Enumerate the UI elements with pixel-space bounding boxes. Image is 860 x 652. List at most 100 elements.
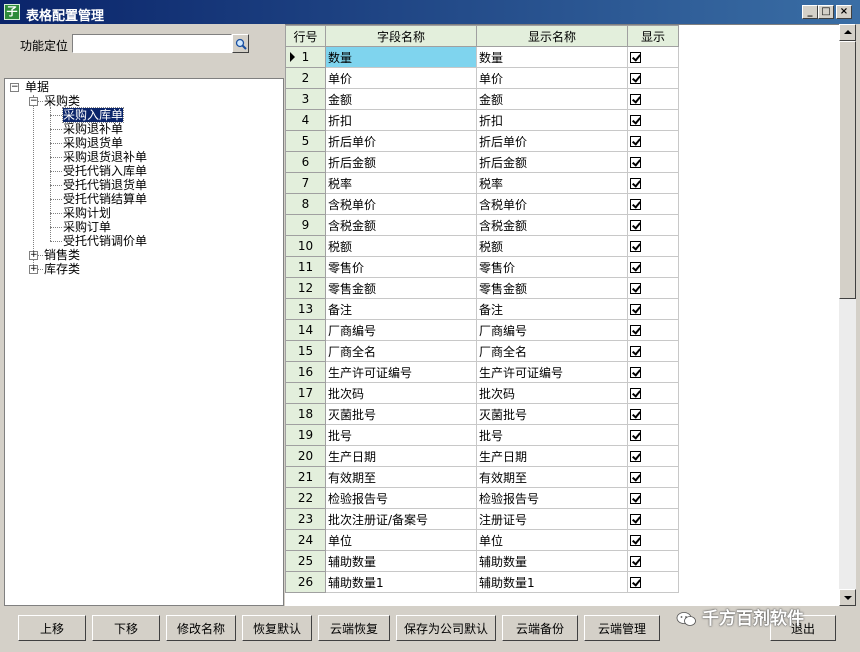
tree-item-purchase-9[interactable]: 受托代销调价单 <box>63 234 147 248</box>
table-row[interactable]: 4 折扣 折扣 <box>285 109 679 131</box>
scroll-thumb[interactable] <box>839 41 856 299</box>
shown-checkbox[interactable] <box>630 136 641 147</box>
table-row[interactable]: 14 厂商编号 厂商编号 <box>285 319 679 341</box>
field-name-cell[interactable]: 零售金额 <box>325 277 477 299</box>
table-row[interactable]: 11 零售价 零售价 <box>285 256 679 278</box>
row-number-cell[interactable]: 18 <box>285 403 326 425</box>
move-down-button[interactable]: 下移 <box>92 615 160 641</box>
scroll-down-button[interactable] <box>839 589 856 606</box>
row-number-cell[interactable]: 9 <box>285 214 326 236</box>
shown-checkbox[interactable] <box>630 409 641 420</box>
field-name-cell[interactable]: 批号 <box>325 424 477 446</box>
field-name-cell[interactable]: 含税单价 <box>325 193 477 215</box>
row-number-cell[interactable]: 2 <box>285 67 326 89</box>
table-row[interactable]: 23 批次注册证/备案号 注册证号 <box>285 508 679 530</box>
table-row[interactable]: 22 检验报告号 检验报告号 <box>285 487 679 509</box>
table-row[interactable]: 26 辅助数量1 辅助数量1 <box>285 571 679 593</box>
display-name-cell[interactable]: 单位 <box>476 529 628 551</box>
row-number-cell[interactable]: 24 <box>285 529 326 551</box>
tree-item-purchase-6[interactable]: 受托代销结算单 <box>63 192 147 206</box>
shown-checkbox[interactable] <box>630 115 641 126</box>
shown-checkbox[interactable] <box>630 220 641 231</box>
shown-checkbox[interactable] <box>630 283 641 294</box>
field-name-cell[interactable]: 批次注册证/备案号 <box>325 508 477 530</box>
table-row[interactable]: 8 含税单价 含税单价 <box>285 193 679 215</box>
save-company-default-button[interactable]: 保存为公司默认 <box>396 615 496 641</box>
table-row[interactable]: 17 批次码 批次码 <box>285 382 679 404</box>
tree-item-purchase-7[interactable]: 采购计划 <box>63 206 111 220</box>
field-name-cell[interactable]: 税额 <box>325 235 477 257</box>
row-number-cell[interactable]: 12 <box>285 277 326 299</box>
display-name-cell[interactable]: 批号 <box>476 424 628 446</box>
row-number-cell[interactable]: 16 <box>285 361 326 383</box>
field-name-cell[interactable]: 折后单价 <box>325 130 477 152</box>
field-name-cell[interactable]: 备注 <box>325 298 477 320</box>
table-row[interactable]: 16 生产许可证编号 生产许可证编号 <box>285 361 679 383</box>
header-display-name[interactable]: 显示名称 <box>476 25 628 47</box>
table-row[interactable]: 7 税率 税率 <box>285 172 679 194</box>
table-row[interactable]: 10 税额 税额 <box>285 235 679 257</box>
shown-checkbox[interactable] <box>630 94 641 105</box>
shown-checkbox[interactable] <box>630 157 641 168</box>
display-name-cell[interactable]: 厂商编号 <box>476 319 628 341</box>
shown-checkbox[interactable] <box>630 52 641 63</box>
display-name-cell[interactable]: 税额 <box>476 235 628 257</box>
display-name-cell[interactable]: 零售金额 <box>476 277 628 299</box>
display-name-cell[interactable]: 灭菌批号 <box>476 403 628 425</box>
tree-node-purchase[interactable]: 采购类 <box>44 94 80 108</box>
field-name-cell[interactable]: 数量 <box>325 46 477 68</box>
field-name-cell[interactable]: 零售价 <box>325 256 477 278</box>
row-number-cell[interactable]: 6 <box>285 151 326 173</box>
row-number-cell[interactable]: 13 <box>285 298 326 320</box>
inventory-expander[interactable]: + <box>29 265 38 274</box>
shown-checkbox[interactable] <box>630 577 641 588</box>
display-name-cell[interactable]: 生产日期 <box>476 445 628 467</box>
tree-item-purchase-8[interactable]: 采购订单 <box>63 220 111 234</box>
row-number-cell[interactable]: 3 <box>285 88 326 110</box>
shown-checkbox[interactable] <box>630 514 641 525</box>
display-name-cell[interactable]: 有效期至 <box>476 466 628 488</box>
shown-checkbox[interactable] <box>630 73 641 84</box>
display-name-cell[interactable]: 数量 <box>476 46 628 68</box>
shown-checkbox[interactable] <box>630 388 641 399</box>
field-name-cell[interactable]: 单位 <box>325 529 477 551</box>
shown-checkbox[interactable] <box>630 556 641 567</box>
row-number-cell[interactable]: 4 <box>285 109 326 131</box>
field-name-cell[interactable]: 有效期至 <box>325 466 477 488</box>
field-name-cell[interactable]: 含税金额 <box>325 214 477 236</box>
move-up-button[interactable]: 上移 <box>18 615 86 641</box>
display-name-cell[interactable]: 辅助数量1 <box>476 571 628 593</box>
table-row[interactable]: 2 单价 单价 <box>285 67 679 89</box>
display-name-cell[interactable]: 厂商全名 <box>476 340 628 362</box>
field-name-cell[interactable]: 辅助数量 <box>325 550 477 572</box>
field-name-cell[interactable]: 生产许可证编号 <box>325 361 477 383</box>
locate-input[interactable] <box>72 34 232 53</box>
purchase-expander[interactable]: − <box>29 97 38 106</box>
row-number-cell[interactable]: 23 <box>285 508 326 530</box>
table-row[interactable]: 13 备注 备注 <box>285 298 679 320</box>
display-name-cell[interactable]: 税率 <box>476 172 628 194</box>
display-name-cell[interactable]: 含税单价 <box>476 193 628 215</box>
tree-item-purchase-5[interactable]: 受托代销退货单 <box>63 178 147 192</box>
shown-checkbox[interactable] <box>630 199 641 210</box>
field-name-cell[interactable]: 税率 <box>325 172 477 194</box>
restore-default-button[interactable]: 恢复默认 <box>242 615 312 641</box>
row-number-cell[interactable]: 11 <box>285 256 326 278</box>
table-row[interactable]: 1 数量 数量 <box>285 46 679 68</box>
shown-checkbox[interactable] <box>630 472 641 483</box>
row-number-cell[interactable]: 10 <box>285 235 326 257</box>
header-field-name[interactable]: 字段名称 <box>325 25 477 47</box>
header-row-number[interactable]: 行号 <box>285 25 326 47</box>
table-row[interactable]: 12 零售金额 零售金额 <box>285 277 679 299</box>
row-number-cell[interactable]: 21 <box>285 466 326 488</box>
shown-checkbox[interactable] <box>630 304 641 315</box>
display-name-cell[interactable]: 单价 <box>476 67 628 89</box>
row-number-cell[interactable]: 7 <box>285 172 326 194</box>
display-name-cell[interactable]: 辅助数量 <box>476 550 628 572</box>
table-row[interactable]: 9 含税金额 含税金额 <box>285 214 679 236</box>
display-name-cell[interactable]: 折扣 <box>476 109 628 131</box>
row-number-cell[interactable]: 17 <box>285 382 326 404</box>
tree-node-inventory[interactable]: 库存类 <box>44 262 80 276</box>
row-number-cell[interactable]: 20 <box>285 445 326 467</box>
display-name-cell[interactable]: 检验报告号 <box>476 487 628 509</box>
